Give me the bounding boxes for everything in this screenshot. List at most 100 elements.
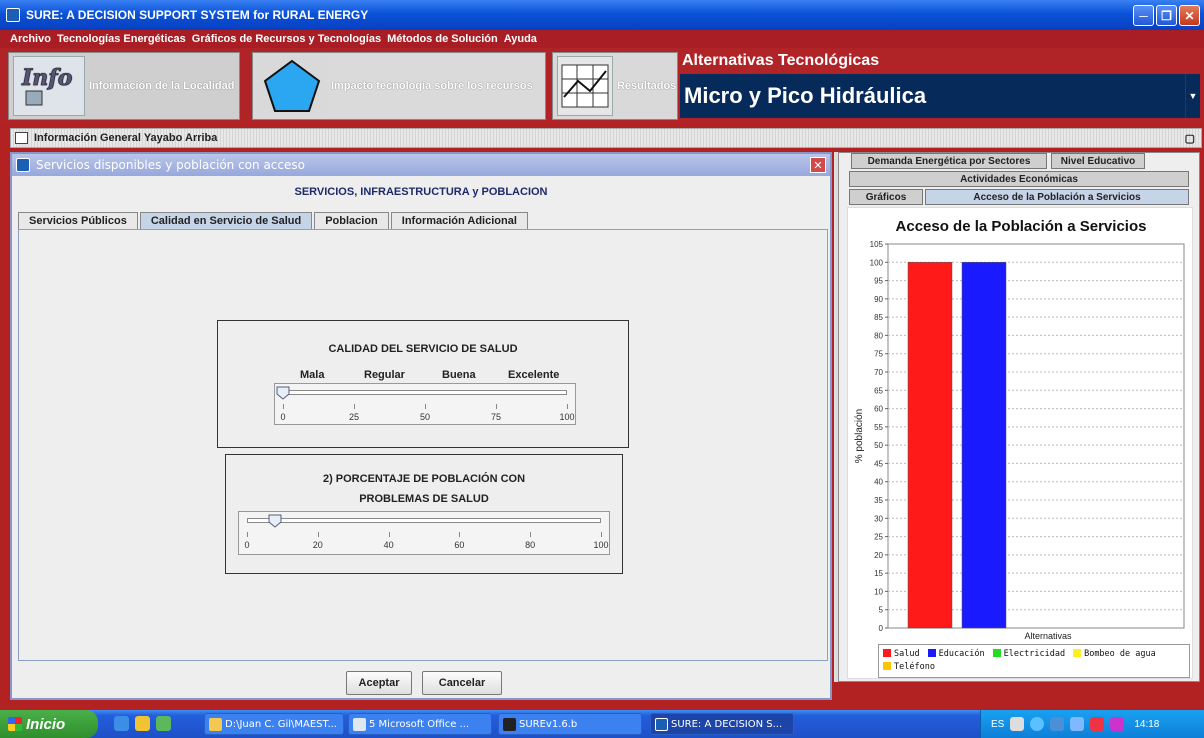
menu-metodos[interactable]: Métodos de Solución bbox=[387, 33, 498, 45]
slider-tick bbox=[425, 404, 426, 409]
legend-label: Salud bbox=[894, 649, 920, 659]
office-task-icon bbox=[353, 718, 366, 731]
tab-servicios-publicos[interactable]: Servicios Públicos bbox=[18, 212, 138, 229]
frame-icon bbox=[15, 132, 28, 144]
legend-swatch bbox=[883, 649, 891, 657]
bar-salud bbox=[907, 262, 953, 629]
resultados-button[interactable]: Resultados bbox=[552, 52, 678, 120]
chart-area: Acceso de la Población a Servicios 0 5 10 1… bbox=[847, 207, 1193, 679]
label-buena: Buena bbox=[442, 369, 476, 381]
y-tick-label: 25 bbox=[874, 533, 883, 542]
legend-label: Educación bbox=[938, 649, 985, 659]
quick-launch bbox=[114, 716, 171, 731]
legend-item: Teléfono bbox=[883, 662, 935, 672]
y-tick-label: 30 bbox=[874, 514, 883, 523]
tab-panel: CALIDAD DEL SERVICIO DE SALUD Mala Regul… bbox=[18, 229, 828, 661]
menu-bar: Archivo Tecnologías Energéticas Gráficos… bbox=[0, 30, 1204, 48]
window-title: SURE: A DECISION SUPPORT SYSTEM for RURA… bbox=[26, 8, 369, 22]
app-tray-icon[interactable] bbox=[1110, 717, 1125, 731]
label-excelente: Excelente bbox=[508, 369, 560, 381]
menu-ayuda[interactable]: Ayuda bbox=[504, 33, 537, 45]
pentagon-icon bbox=[257, 56, 327, 116]
slider-tick-label: 50 bbox=[419, 412, 431, 422]
ie-icon[interactable] bbox=[114, 716, 129, 731]
tab-demanda-energetica[interactable]: Demanda Energética por Sectores bbox=[851, 153, 1047, 169]
y-tick-label: 55 bbox=[874, 423, 883, 432]
task-office[interactable]: 5 Microsoft Office ... bbox=[348, 713, 492, 735]
slider-thumb[interactable] bbox=[268, 514, 282, 528]
slider-tick-label: 75 bbox=[490, 412, 502, 422]
cancel-button[interactable]: Cancelar bbox=[422, 671, 502, 695]
slider-tick bbox=[317, 532, 319, 537]
resultados-label: Resultados bbox=[617, 80, 677, 92]
chart-legend: Salud Educación Electricidad Bombeo de agua… bbox=[878, 644, 1190, 678]
slider-tick-label: 0 bbox=[280, 412, 286, 422]
accept-button[interactable]: Aceptar bbox=[346, 671, 412, 695]
slider-tick bbox=[530, 532, 532, 537]
y-axis-label: % población bbox=[854, 409, 865, 463]
impacto-button[interactable]: Impacto tecnología sobre los recursos bbox=[252, 52, 546, 120]
y-tick-label: 70 bbox=[874, 368, 883, 377]
task-explorer[interactable]: D:\Juan C. Gil\MAEST... bbox=[204, 713, 344, 735]
legend-label: Teléfono bbox=[894, 662, 935, 672]
keyboard-icon[interactable] bbox=[1010, 717, 1025, 731]
start-button[interactable]: Inicio bbox=[0, 710, 98, 738]
windows-flag-icon bbox=[8, 717, 22, 731]
y-tick-label: 60 bbox=[874, 405, 883, 414]
tab-poblacion[interactable]: Poblacion bbox=[314, 212, 389, 229]
antivirus-icon[interactable] bbox=[1090, 717, 1105, 731]
task-cmd-label: SUREv1.6.b bbox=[519, 718, 578, 730]
tab-informacion-adicional[interactable]: Información Adicional bbox=[390, 212, 528, 229]
x-axis-label: Alternativas bbox=[1024, 631, 1072, 640]
tab-graficos[interactable]: Gráficos bbox=[849, 189, 923, 205]
task-sure[interactable]: SURE: A DECISION S... bbox=[650, 713, 794, 735]
dialog-close-icon[interactable]: ✕ bbox=[810, 157, 826, 173]
menu-graficos[interactable]: Gráficos de Recursos y Tecnologías bbox=[192, 33, 381, 45]
close-button[interactable]: ✕ bbox=[1179, 5, 1200, 26]
impacto-label: Impacto tecnología sobre los recursos bbox=[331, 80, 533, 92]
slider-track-line bbox=[283, 390, 567, 395]
alternative-select[interactable]: Micro y Pico Hidráulica bbox=[680, 74, 1185, 118]
menu-archivo[interactable]: Archivo bbox=[10, 33, 51, 45]
restore-frame-icon[interactable]: ▢ bbox=[1185, 132, 1195, 145]
volume-icon[interactable] bbox=[1070, 717, 1085, 731]
health-problems-slider[interactable]: 0 20 40 60 80 100 bbox=[238, 511, 610, 555]
legend-swatch bbox=[1073, 649, 1082, 657]
tab-acceso-poblacion[interactable]: Acceso de la Población a Servicios bbox=[925, 189, 1189, 205]
chart-grid-icon bbox=[557, 56, 613, 116]
info-icon: Info bbox=[13, 56, 85, 116]
slider-tick bbox=[388, 532, 390, 537]
legend-item: Bombeo de agua bbox=[1073, 649, 1156, 659]
slider-tick-label: 0 bbox=[244, 540, 250, 550]
folder-icon[interactable] bbox=[135, 716, 150, 731]
right-panel: Demanda Energética por Sectores Nivel Ed… bbox=[838, 152, 1200, 682]
y-tick-label: 75 bbox=[874, 350, 883, 359]
slider-thumb[interactable] bbox=[276, 386, 290, 400]
browser-icon[interactable] bbox=[156, 716, 171, 731]
legend-swatch bbox=[992, 649, 1001, 657]
slider-tick-label: 40 bbox=[383, 540, 394, 550]
tab-actividades-economicas[interactable]: Actividades Económicas bbox=[849, 171, 1189, 187]
minimize-button[interactable]: ─ bbox=[1133, 5, 1154, 26]
network-icon[interactable] bbox=[1050, 717, 1065, 731]
slider-tick-label: 80 bbox=[525, 540, 536, 550]
health-quality-slider[interactable]: 0 25 50 75 100 bbox=[274, 383, 576, 425]
maximize-button[interactable]: ❐ bbox=[1156, 5, 1177, 26]
tab-calidad-salud[interactable]: Calidad en Servicio de Salud bbox=[139, 212, 313, 229]
clock: 14:18 bbox=[1134, 718, 1160, 730]
tab-nivel-educativo[interactable]: Nivel Educativo bbox=[1051, 153, 1145, 169]
slider-tick-label: 60 bbox=[454, 540, 465, 550]
slider-tick bbox=[601, 532, 602, 537]
alternative-dropdown-icon[interactable]: ▼ bbox=[1185, 74, 1200, 118]
info-frame-title: Información General Yayabo Arriba bbox=[34, 132, 218, 144]
slider-tick-label: 25 bbox=[348, 412, 360, 422]
y-tick-label: 20 bbox=[874, 551, 883, 560]
menu-tecnologias[interactable]: Tecnologías Energéticas bbox=[57, 33, 186, 45]
back-icon[interactable] bbox=[1030, 717, 1045, 731]
info-localidad-button[interactable]: Info Información de la Localidad bbox=[8, 52, 240, 120]
bar-educaci-n bbox=[961, 262, 1007, 629]
health-problems-title-1: 2) PORCENTAJE DE POBLACIÓN CON bbox=[322, 473, 526, 485]
y-tick-label: 100 bbox=[870, 258, 884, 267]
language-indicator[interactable]: ES bbox=[991, 719, 1004, 730]
task-cmd[interactable]: SUREv1.6.b bbox=[498, 713, 642, 735]
